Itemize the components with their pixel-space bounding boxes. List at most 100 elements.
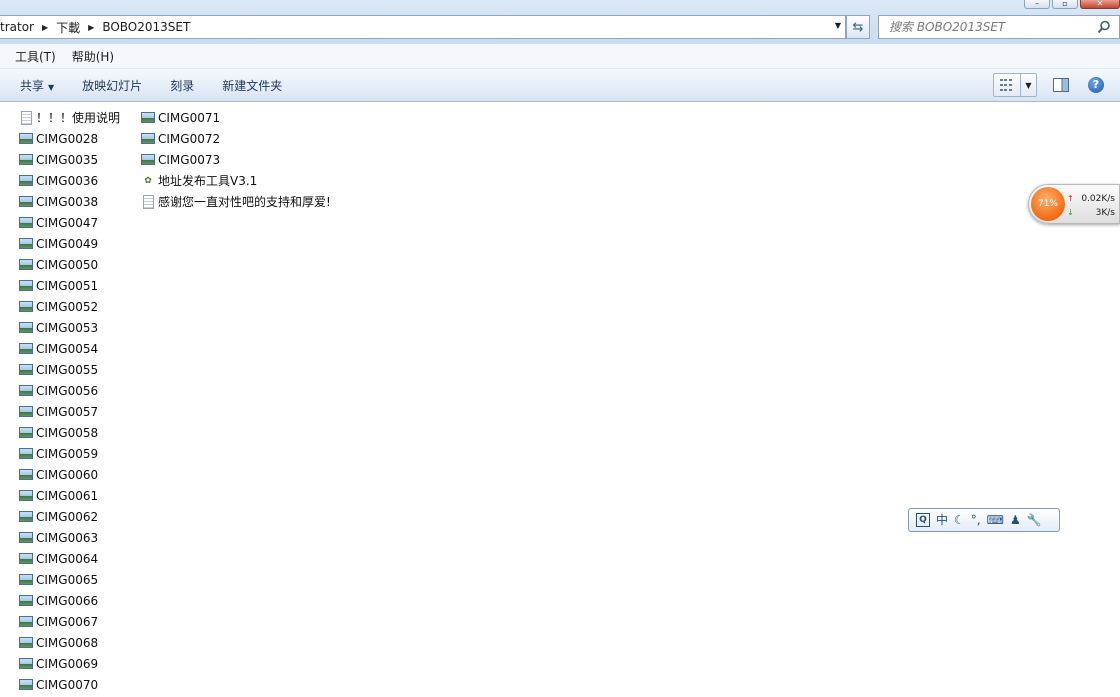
breadcrumb-arrow-icon[interactable]: ▶ xyxy=(40,23,56,32)
breadcrumb-user[interactable]: trator xyxy=(0,20,40,34)
file-name: CIMG0052 xyxy=(36,299,99,314)
settings-wrench-icon[interactable]: 🔧 xyxy=(1027,512,1042,528)
file-item[interactable]: CIMG0055 xyxy=(18,359,98,380)
halfwidth-moon-icon[interactable]: ☾ xyxy=(954,512,965,528)
file-item[interactable]: 感谢您一直对性吧的支持和厚爱! xyxy=(140,191,331,212)
image-icon xyxy=(18,194,34,210)
new-folder-button[interactable]: 新建文件夹 xyxy=(212,77,292,94)
menu-help[interactable]: 帮助(H) xyxy=(64,48,122,65)
cpu-gauge: 71% xyxy=(1031,187,1065,221)
image-icon xyxy=(18,257,34,273)
file-name: CIMG0073 xyxy=(158,152,221,167)
file-item[interactable]: CIMG0059 xyxy=(18,443,98,464)
file-item[interactable]: CIMG0065 xyxy=(18,569,98,590)
file-name: CIMG0036 xyxy=(36,173,99,188)
file-item[interactable]: CIMG0070 xyxy=(18,674,98,695)
file-item[interactable]: CIMG0071 xyxy=(140,107,220,128)
file-item[interactable]: CIMG0073 xyxy=(140,149,220,170)
breadcrumb-current-folder[interactable]: BOBO2013SET xyxy=(102,20,196,34)
file-item[interactable]: CIMG0072 xyxy=(140,128,220,149)
image-icon xyxy=(18,320,34,336)
search-input[interactable] xyxy=(887,19,1096,35)
file-name: CIMG0068 xyxy=(36,635,99,650)
image-icon xyxy=(18,383,34,399)
image-icon xyxy=(18,614,34,630)
file-name: CIMG0066 xyxy=(36,593,99,608)
upload-rate: ↑ 0.02K/s xyxy=(1067,194,1115,204)
file-name: CIMG0054 xyxy=(36,341,99,356)
file-item[interactable]: CIMG0066 xyxy=(18,590,98,611)
search-box[interactable] xyxy=(878,15,1120,39)
image-icon xyxy=(18,404,34,420)
file-item[interactable]: CIMG0069 xyxy=(18,653,98,674)
file-item[interactable]: CIMG0058 xyxy=(18,422,98,443)
image-icon xyxy=(18,362,34,378)
preview-pane-icon[interactable] xyxy=(1053,78,1069,92)
upload-rate-value: 0.02K/s xyxy=(1081,194,1115,204)
close-button[interactable]: ✕ xyxy=(1080,0,1120,9)
file-item[interactable]: CIMG0036 xyxy=(18,170,98,191)
file-item[interactable]: CIMG0056 xyxy=(18,380,98,401)
help-icon[interactable]: ? xyxy=(1088,77,1104,93)
image-icon xyxy=(18,215,34,231)
menu-tools[interactable]: 工具(T) xyxy=(7,48,64,65)
file-item[interactable]: CIMG0028 xyxy=(18,128,98,149)
share-button[interactable]: 共享 ▼ xyxy=(10,77,64,94)
command-bar: 共享 ▼ 放映幻灯片 刻录 新建文件夹 ▼ ? xyxy=(0,69,1120,102)
file-item[interactable]: CIMG0062 xyxy=(18,506,98,527)
file-item[interactable]: CIMG0035 xyxy=(18,149,98,170)
view-dropdown-icon[interactable]: ▼ xyxy=(1021,74,1036,96)
address-history-dropdown-icon[interactable]: ▼ xyxy=(835,21,841,30)
image-icon xyxy=(18,236,34,252)
application-icon: ✿ xyxy=(144,175,152,186)
refresh-button[interactable]: ⇆ xyxy=(846,15,870,39)
image-icon xyxy=(18,341,34,357)
breadcrumb-downloads[interactable]: 下載 xyxy=(56,19,86,36)
file-item[interactable]: CIMG0060 xyxy=(18,464,98,485)
file-item[interactable]: CIMG0051 xyxy=(18,275,98,296)
document-icon xyxy=(140,194,156,210)
punctuation-icon[interactable]: °, xyxy=(971,512,981,528)
burn-button[interactable]: 刻录 xyxy=(160,77,204,94)
file-name: CIMG0055 xyxy=(36,362,99,377)
view-list-icon[interactable] xyxy=(994,74,1021,96)
file-item[interactable]: CIMG0053 xyxy=(18,317,98,338)
file-name: CIMG0047 xyxy=(36,215,99,230)
address-bar[interactable]: trator ▶ 下載 ▶ BOBO2013SET ▼ xyxy=(0,15,846,39)
image-icon xyxy=(18,551,34,567)
file-item[interactable]: CIMG0067 xyxy=(18,611,98,632)
minimize-button[interactable]: – xyxy=(1024,0,1050,9)
file-item[interactable]: CIMG0068 xyxy=(18,632,98,653)
file-item[interactable]: ！！！使用说明 xyxy=(18,107,120,128)
image-icon xyxy=(18,467,34,483)
user-icon[interactable]: ♟ xyxy=(1010,512,1021,528)
soft-keyboard-icon[interactable]: ⌨ xyxy=(987,512,1004,528)
file-item[interactable]: CIMG0047 xyxy=(18,212,98,233)
file-item[interactable]: CIMG0061 xyxy=(18,485,98,506)
file-name: CIMG0071 xyxy=(158,110,221,125)
breadcrumb-arrow-icon[interactable]: ▶ xyxy=(86,23,102,32)
file-item[interactable]: CIMG0063 xyxy=(18,527,98,548)
file-item[interactable]: ✿ 地址发布工具V3.1 xyxy=(140,170,257,191)
ime-logo-icon[interactable]: Q xyxy=(916,513,930,527)
file-item[interactable]: CIMG0054 xyxy=(18,338,98,359)
file-item[interactable]: CIMG0050 xyxy=(18,254,98,275)
file-item[interactable]: CIMG0064 xyxy=(18,548,98,569)
network-monitor-widget[interactable]: 71% ↑ 0.02K/s ↓ 3K/s xyxy=(1028,184,1120,224)
image-icon xyxy=(18,446,34,462)
file-item[interactable]: CIMG0057 xyxy=(18,401,98,422)
image-icon xyxy=(18,131,34,147)
search-icon[interactable] xyxy=(1097,20,1111,34)
file-item[interactable]: CIMG0038 xyxy=(18,191,98,212)
image-icon xyxy=(18,677,34,693)
maximize-button[interactable]: ▫ xyxy=(1052,0,1078,9)
file-item[interactable]: CIMG0049 xyxy=(18,233,98,254)
slideshow-button[interactable]: 放映幻灯片 xyxy=(72,77,152,94)
file-name: CIMG0051 xyxy=(36,278,99,293)
chinese-mode-button[interactable]: 中 xyxy=(936,512,948,528)
image-icon xyxy=(18,299,34,315)
file-name: 感谢您一直对性吧的支持和厚爱! xyxy=(158,195,331,209)
file-item[interactable]: CIMG0052 xyxy=(18,296,98,317)
change-view-button[interactable]: ▼ xyxy=(993,73,1037,97)
image-icon xyxy=(18,530,34,546)
